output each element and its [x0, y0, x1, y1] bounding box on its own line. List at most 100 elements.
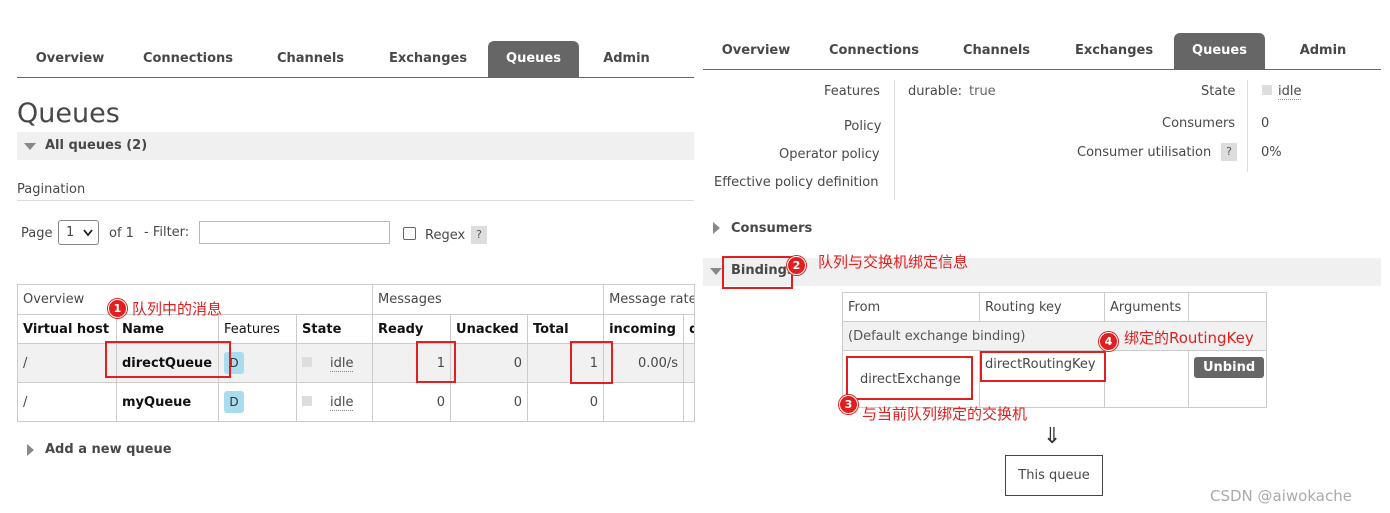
- durable-value: true: [969, 84, 996, 99]
- tab-channels[interactable]: Channels: [253, 41, 368, 77]
- tab-exchanges[interactable]: Exchanges: [368, 41, 488, 77]
- state-icon: [302, 395, 312, 406]
- state-value: idle: [330, 355, 354, 372]
- down-arrow-icon: ⇓: [1043, 424, 1062, 449]
- tab-queues[interactable]: Queues: [1174, 33, 1265, 69]
- col-action: [1188, 292, 1267, 322]
- page-label: Page: [21, 226, 53, 241]
- all-queues-toggle[interactable]: All queues (2): [17, 132, 694, 160]
- total-count: 0: [527, 382, 605, 422]
- annotation-queue-messages: 队列中的消息: [132, 300, 223, 318]
- operator-policy-label: Operator policy: [779, 147, 880, 162]
- this-queue-box: This queue: [1005, 455, 1103, 496]
- tab-connections[interactable]: Connections: [123, 41, 253, 77]
- binding-arguments: [1104, 350, 1189, 408]
- state-value: idle: [1278, 84, 1302, 100]
- unacked-count: 0: [450, 343, 529, 383]
- col-state[interactable]: State: [295, 314, 374, 344]
- col-from: From: [842, 292, 980, 322]
- regex-help-button[interactable]: ?: [471, 226, 487, 244]
- table-row[interactable]: / myQueue D idle 0 0 0: [17, 382, 696, 422]
- col-unacked[interactable]: Unacked: [450, 314, 529, 344]
- tab-connections[interactable]: Connections: [809, 33, 939, 69]
- highlight-queue-name: [105, 341, 231, 378]
- tab-admin[interactable]: Admin: [579, 41, 674, 77]
- col-deliver[interactable]: d: [683, 314, 696, 344]
- tab-overview[interactable]: Overview: [703, 33, 809, 69]
- utilisation-label: Consumer utilisation: [1077, 145, 1212, 160]
- highlight-total: [570, 341, 613, 384]
- consumers-section-label: Consumers: [731, 221, 813, 236]
- pagination-label: Pagination: [17, 182, 86, 197]
- col-arguments: Arguments: [1104, 292, 1189, 322]
- watermark: CSDN @aiwokache: [1210, 487, 1352, 505]
- col-virtual-host[interactable]: Virtual host: [17, 314, 117, 344]
- highlight-bindings: [722, 256, 793, 289]
- expand-icon: [27, 444, 34, 456]
- incoming-rate: [603, 382, 685, 422]
- marker-1: 1: [108, 299, 127, 318]
- policy-label: Policy: [844, 119, 882, 134]
- incoming-rate: 0.00/s: [603, 343, 685, 383]
- consumers-section-toggle[interactable]: Consumers: [713, 221, 812, 239]
- unbind-button[interactable]: Unbind: [1194, 357, 1265, 378]
- collapse-icon: [710, 268, 722, 275]
- details-divider: [894, 80, 895, 200]
- page-title: Queues: [17, 98, 120, 129]
- marker-3: 3: [839, 395, 858, 414]
- effective-policy-label: Effective policy definition: [714, 175, 879, 190]
- page-select-value: 1: [66, 225, 75, 240]
- right-nav: Overview Connections Channels Exchanges …: [703, 33, 1381, 70]
- filter-label: - Filter:: [144, 225, 190, 240]
- deliver-rate: [683, 382, 696, 422]
- consumers-label: Consumers: [1162, 116, 1236, 131]
- pagination-divider: [17, 200, 694, 201]
- col-ready[interactable]: Ready: [372, 314, 452, 344]
- collapse-icon: [24, 143, 36, 150]
- col-total[interactable]: Total: [527, 314, 605, 344]
- highlight-routing-key: [980, 351, 1106, 382]
- state-divider: [1247, 80, 1248, 172]
- features-label: Features: [824, 84, 880, 99]
- add-queue-toggle[interactable]: Add a new queue: [27, 442, 172, 460]
- state-label: State: [1201, 84, 1236, 99]
- row-vhost: /: [17, 343, 117, 383]
- highlight-ready: [416, 341, 456, 383]
- group-messages: Messages: [372, 284, 605, 315]
- consumers-value: 0: [1261, 116, 1270, 131]
- of-pages-label: of 1: [109, 226, 134, 241]
- annotation-bound-exchange: 与当前队列绑定的交换机: [862, 405, 1028, 423]
- col-features[interactable]: Features: [218, 314, 297, 344]
- state-icon: [1262, 85, 1272, 95]
- durable-badge: D: [224, 391, 244, 413]
- regex-label: Regex: [425, 228, 466, 243]
- tab-exchanges[interactable]: Exchanges: [1054, 33, 1174, 69]
- col-incoming[interactable]: incoming: [603, 314, 685, 344]
- col-routing-key: Routing key: [979, 292, 1105, 322]
- add-queue-label: Add a new queue: [45, 442, 172, 457]
- filter-input[interactable]: [199, 221, 390, 244]
- ready-count: 0: [372, 382, 452, 422]
- annotation-binding-info: 队列与交换机绑定信息: [818, 253, 969, 271]
- annotation-routing-key: 绑定的RoutingKey: [1124, 329, 1254, 347]
- tab-channels[interactable]: Channels: [939, 33, 1054, 69]
- utilisation-help-button[interactable]: ?: [1221, 143, 1237, 161]
- left-nav: Overview Connections Channels Exchanges …: [17, 41, 694, 78]
- this-queue-label: This queue: [1018, 468, 1090, 483]
- expand-icon: [713, 222, 720, 234]
- utilisation-value: 0%: [1261, 145, 1282, 160]
- queue-name-link[interactable]: myQueue: [116, 382, 219, 422]
- row-vhost: /: [17, 382, 117, 422]
- tab-admin[interactable]: Admin: [1265, 33, 1381, 69]
- marker-2: 2: [787, 256, 806, 275]
- all-queues-label: All queues (2): [45, 138, 148, 153]
- regex-checkbox[interactable]: [403, 227, 416, 240]
- page-select[interactable]: 1: [58, 220, 99, 245]
- highlight-exchange: [846, 356, 973, 400]
- tab-overview[interactable]: Overview: [17, 41, 123, 77]
- marker-4: 4: [1099, 332, 1118, 351]
- tab-queues[interactable]: Queues: [488, 41, 579, 77]
- unacked-count: 0: [450, 382, 529, 422]
- chevron-down-icon: [83, 229, 93, 237]
- deliver-rate: [683, 343, 696, 383]
